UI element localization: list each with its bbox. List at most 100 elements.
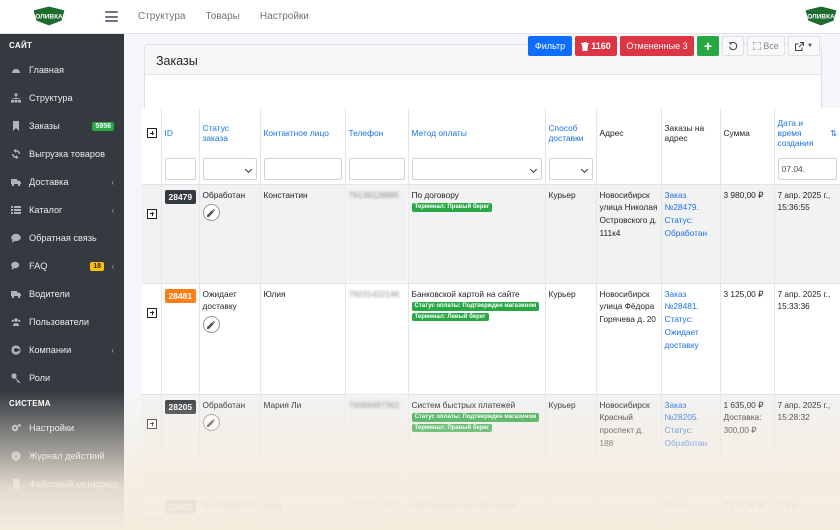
col-payment-label[interactable]: Метод оплаты (412, 108, 542, 158)
sidebar-item-8[interactable]: Водители (0, 280, 124, 308)
cell-orders-at-address: Заказ №28481. Статус: Ожидает доставку (661, 282, 721, 394)
filter-payment-select[interactable] (411, 158, 542, 180)
col-sum-label: Сумма (723, 128, 750, 138)
filter-contact-input[interactable] (263, 158, 342, 180)
chevron-left-icon: ‹ (111, 261, 114, 271)
file-icon (10, 479, 21, 490)
edit-status-button[interactable] (202, 414, 220, 432)
cell-delivery: Курьер (545, 282, 597, 394)
sidebar-item-9[interactable]: Пользователи (0, 308, 124, 336)
filter-button[interactable]: Фильтр (528, 36, 572, 56)
sidebar-system-item-1[interactable]: Журнал действий (0, 442, 124, 470)
add-order-button[interactable]: + (697, 36, 719, 56)
delete-button[interactable]: 1160 (575, 36, 617, 56)
cell-payment: Банковской картой на сайте Статус оплаты:… (408, 282, 546, 394)
caret-down-icon: ▼ (807, 43, 813, 49)
reset-button[interactable] (722, 36, 744, 56)
order-link[interactable]: Заказ №28205. Статус: Обработан (665, 400, 708, 448)
payment-tag: Терминал: Правый берег (411, 203, 493, 212)
sidebar-item-label: Настройки (29, 423, 75, 433)
topnav-structure[interactable]: Структура (138, 11, 185, 22)
sidebar-item-4[interactable]: Доставка ‹ (0, 168, 124, 196)
edit-status-button[interactable] (202, 514, 220, 530)
table-row: 28481 Ожидает доставку Юлия 79231422146 Банк… (142, 282, 840, 394)
header-payment: Метод оплаты (408, 108, 546, 184)
order-id-badge[interactable]: 28481 (164, 288, 197, 304)
order-id-badge[interactable]: 28483 (164, 499, 197, 515)
col-date-label[interactable]: Дата и время создания ⇅ (778, 108, 838, 158)
cell-orders-at-address: Заказ №28479. Статус: Обработан (661, 183, 721, 283)
col-date-text: Дата и время создания (777, 118, 814, 148)
order-link[interactable]: Заказ №28479. Статус: Обработан (665, 190, 708, 238)
topnav-products[interactable]: Товары (205, 11, 239, 22)
cell-status: Обработан (199, 183, 261, 283)
order-id-badge[interactable]: 28205 (164, 399, 197, 415)
expand-row-icon[interactable] (147, 518, 157, 529)
sidebar-item-7[interactable]: FAQ 18 ‹ (0, 252, 124, 280)
col-delivery-label[interactable]: Способ доставки (549, 108, 593, 158)
expand-all-icon[interactable] (147, 128, 157, 138)
table-row: 28479 Обработан Константин 79139128885 По до… (142, 183, 840, 283)
brand-logo[interactable]: ОЛИВКА (32, 5, 66, 27)
sidebar-item-2[interactable]: Заказы 5956 (0, 112, 124, 140)
cell-address: Новосибирск улица Фёдора Горячева д. 20 (596, 282, 662, 394)
list-icon (10, 205, 21, 216)
cell-contact: анна (260, 493, 346, 530)
cell-date: 7 апр. 2025 г., 15:28:32 (774, 393, 840, 494)
col-phone-label[interactable]: Телефон (349, 108, 405, 158)
filter-date-input[interactable] (777, 158, 837, 180)
menu-toggle-icon[interactable] (105, 11, 118, 22)
filter-status-select[interactable] (202, 158, 257, 180)
expand-row-icon[interactable] (147, 418, 157, 429)
count-badge: 18 (90, 261, 104, 271)
chevron-left-icon: ‹ (111, 205, 114, 215)
cell-date: 7 апр. 2025 г., 15:33:36 (774, 282, 840, 394)
sidebar-system-item-2[interactable]: Файловый менеджер (0, 470, 124, 498)
order-id-badge[interactable]: 28479 (164, 189, 197, 205)
expand-row-icon[interactable] (147, 307, 157, 318)
header-orders-at-address: Заказы на адрес (661, 108, 721, 184)
payment-tag: Статус оплаты: Подтвержден магазином (411, 302, 540, 311)
cell-id: 28483 (161, 493, 200, 530)
edit-status-button[interactable] (202, 204, 220, 222)
order-link[interactable]: Заказ №28481. Статус: Ожидает доставку (665, 289, 699, 350)
sidebar-item-label: FAQ (29, 261, 48, 271)
cell-date: 7 апр. 2025 г., 15:36:55 (774, 183, 840, 283)
sidebar-item-6[interactable]: Обратная связь (0, 224, 124, 252)
sidebar-item-10[interactable]: Компании ‹ (0, 336, 124, 364)
cell-sum: 3 980,00 ₽ (720, 183, 775, 283)
export-dropdown-button[interactable]: ▼ (788, 36, 820, 56)
cell-contact: Юлия (260, 282, 346, 394)
cell-phone: 79231422146 (345, 282, 409, 394)
sidebar-item-0[interactable]: Главная (0, 56, 124, 84)
export-icon (795, 41, 805, 51)
copyright-icon (10, 345, 21, 356)
count-badge: 5956 (92, 121, 114, 131)
cell-payment: Систем быстрых платежей Статус оплаты: По… (408, 393, 546, 494)
edit-status-button[interactable] (202, 316, 220, 334)
topnav-settings[interactable]: Настройки (260, 11, 309, 22)
col-id-label[interactable]: ID (165, 108, 196, 158)
sidebar-item-11[interactable]: Роли (0, 364, 124, 392)
sidebar-item-label: Пользователи (29, 317, 89, 327)
bookmark-icon (10, 121, 21, 132)
sidebar-item-5[interactable]: Каталог ‹ (0, 196, 124, 224)
filter-phone-input[interactable] (348, 158, 405, 180)
col-contact-label[interactable]: Контактное лицо (264, 108, 342, 158)
cancelled-orders-button[interactable]: Отмененные 3 (620, 36, 694, 56)
svg-text:ОЛИВКА: ОЛИВКА (35, 14, 63, 21)
filter-delivery-select[interactable] (548, 158, 593, 180)
expand-row-icon[interactable] (147, 208, 157, 219)
sidebar-item-label: Каталог (29, 205, 63, 215)
brand-logo-right[interactable]: ОЛИВКА (804, 5, 838, 27)
col-status-label[interactable]: Статус заказа (203, 108, 257, 158)
pencil-icon (207, 208, 215, 217)
sidebar-system-item-0[interactable]: Настройки (0, 414, 124, 442)
filter-id-input[interactable] (164, 158, 196, 180)
sidebar-item-3[interactable]: Выгрузка товаров (0, 140, 124, 168)
cell-delivery: Курьер (545, 393, 597, 494)
sidebar-item-1[interactable]: Структура (0, 84, 124, 112)
cell-orders-at-address: Заказ №28205. Статус: Обработан (661, 393, 721, 494)
show-all-button[interactable]: Все (747, 36, 785, 56)
order-link[interactable]: Заказ (665, 500, 687, 510)
